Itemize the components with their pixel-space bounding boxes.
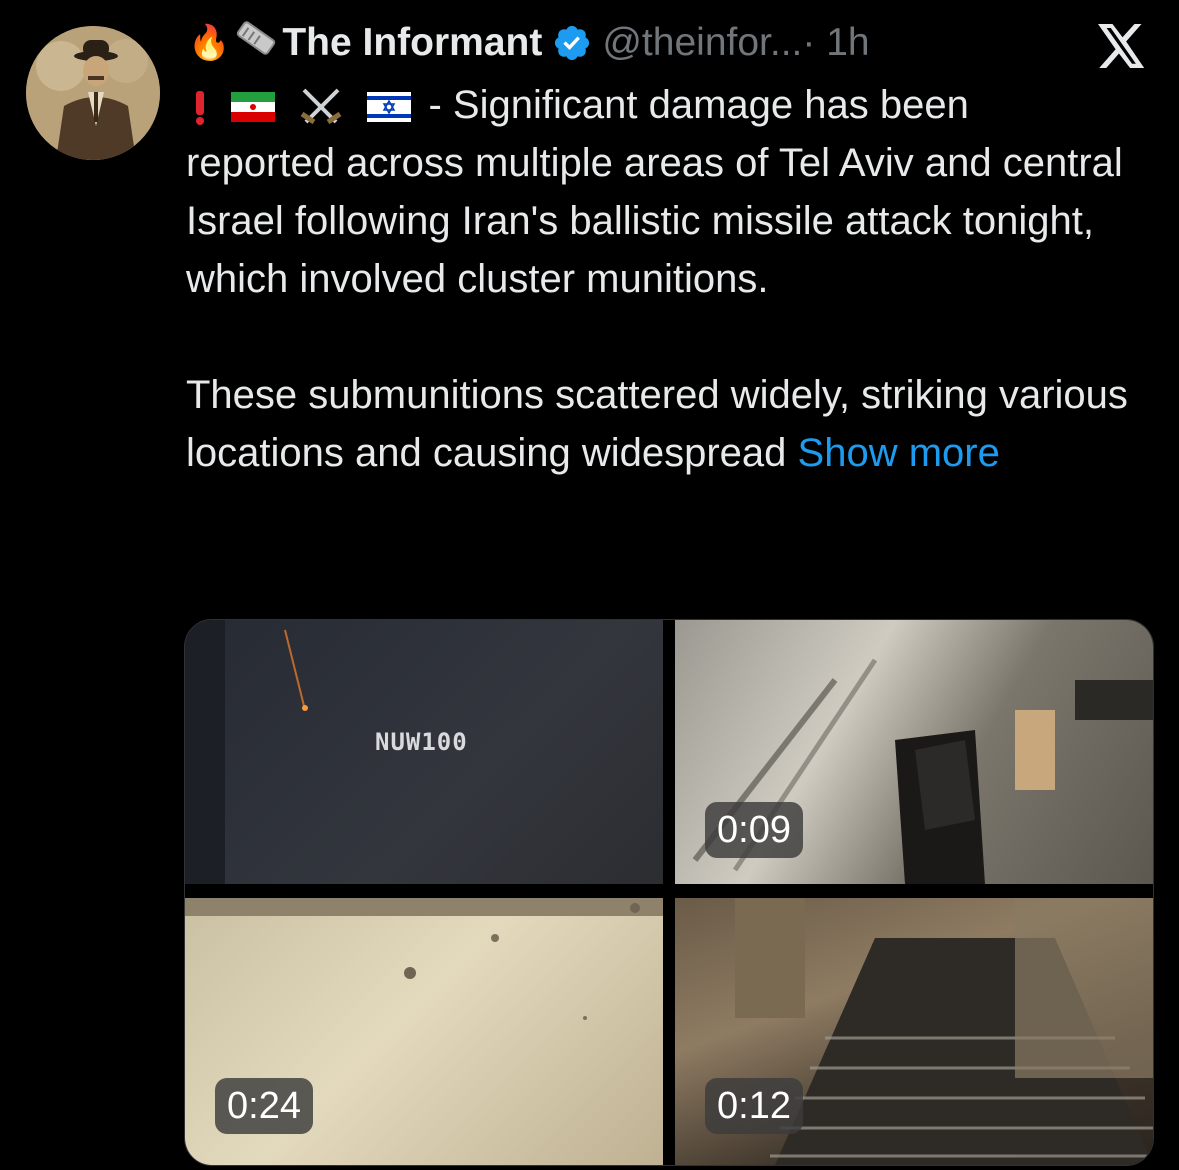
video-thumbnail-1[interactable]: NUW100 xyxy=(185,620,663,884)
newspaper-emoji-icon xyxy=(234,18,278,68)
video-thumbnail-2[interactable]: 0:09 xyxy=(675,620,1153,884)
video-duration-badge: 0:12 xyxy=(705,1078,803,1134)
tweet-text-line1: - Significant damage has been xyxy=(417,83,969,127)
iran-flag-icon xyxy=(231,92,276,123)
show-more-link[interactable]: Show more xyxy=(798,431,1000,475)
video-thumbnail-3[interactable]: 0:24 xyxy=(185,898,663,1165)
tweet-text: - Significant damage has been reported a… xyxy=(186,76,1161,482)
video-duration-badge: 0:09 xyxy=(705,802,803,858)
exclamation-icon xyxy=(196,91,204,126)
author-name[interactable]: The Informant xyxy=(282,21,542,65)
x-logo-icon[interactable] xyxy=(1098,24,1146,68)
video-duration-badge: 0:24 xyxy=(215,1078,313,1134)
tweet-header: 🔥 The Informant @theinfor... · 1h xyxy=(188,18,870,68)
crossed-swords-icon xyxy=(300,89,342,125)
tweet-text-paragraph1: reported across multiple areas of Tel Av… xyxy=(186,141,1123,301)
israel-flag-icon xyxy=(367,92,412,123)
tweet-time[interactable]: · 1h xyxy=(802,21,869,65)
avatar[interactable] xyxy=(26,26,160,160)
tweet-text-paragraph2: These submunitions scattered widely, str… xyxy=(186,366,1161,482)
verified-badge-icon xyxy=(555,25,590,61)
author-handle[interactable]: @theinfor... xyxy=(602,21,802,65)
video-thumbnail-4[interactable]: 0:12 xyxy=(675,898,1153,1165)
video-watermark: NUW100 xyxy=(375,728,468,756)
media-grid: NUW100 0:09 0:24 0:12 xyxy=(184,619,1154,1166)
fire-emoji-icon: 🔥 xyxy=(188,23,231,63)
